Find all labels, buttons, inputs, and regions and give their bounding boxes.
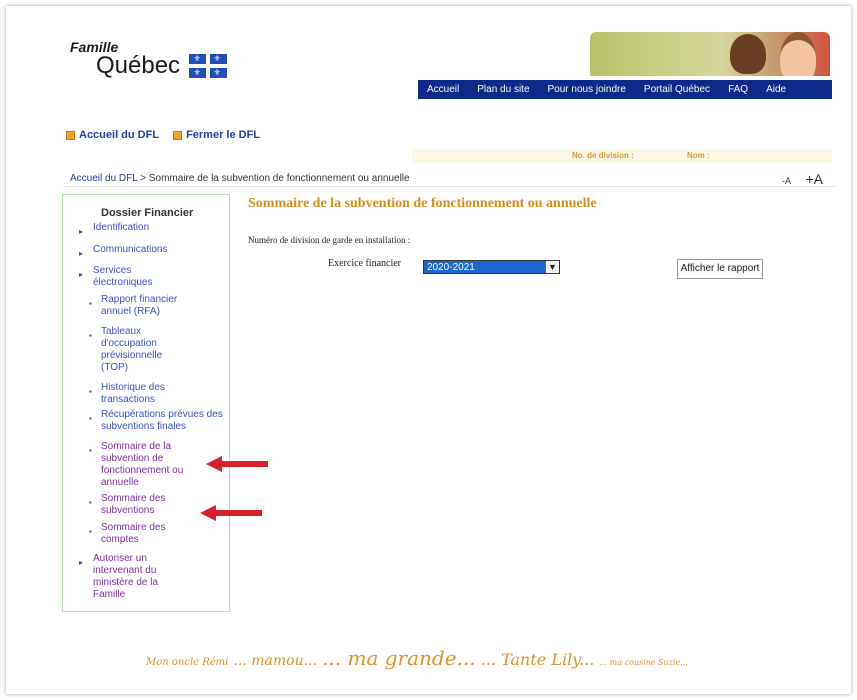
divider bbox=[64, 186, 836, 187]
sidebar-item-sommaire-comptes[interactable]: Sommaire des comptes bbox=[101, 522, 191, 546]
quebec-flag-icon: ⚜ ⚜ ⚜ ⚜ bbox=[188, 54, 227, 78]
sidebar-item-historique[interactable]: Historique des transactions bbox=[101, 382, 201, 406]
increase-font-button[interactable]: +A bbox=[805, 171, 823, 187]
chevron-down-icon[interactable]: ▼ bbox=[545, 261, 559, 273]
top-navigation: Accueil Plan du site Pour nous joindre P… bbox=[418, 80, 832, 99]
sidebar-item-sommaire-subvention-fonctionnement[interactable]: Sommaire de la subvention de fonctionnem… bbox=[101, 441, 196, 489]
decrease-font-button[interactable]: -A bbox=[782, 176, 791, 186]
font-size-controls: -A +A bbox=[782, 171, 823, 189]
nav-accueil[interactable]: Accueil bbox=[418, 84, 468, 95]
exercice-financier-label: Exercice financier bbox=[328, 258, 402, 269]
division-garde-label: Numéro de division de garde en installat… bbox=[248, 235, 411, 245]
division-number-label: No. de division : bbox=[572, 151, 634, 160]
sidebar-item-autoriser-intervenant[interactable]: Autoriser un intervenant du ministère de… bbox=[93, 553, 183, 601]
nav-aide[interactable]: Aide bbox=[757, 84, 795, 95]
sidebar-title: Dossier Financier bbox=[101, 207, 194, 219]
page-title: Sommaire de la subvention de fonctionnem… bbox=[248, 196, 597, 211]
red-arrow-icon bbox=[200, 505, 262, 521]
adult-photo bbox=[780, 32, 816, 76]
child-photo bbox=[730, 34, 766, 74]
orange-square-icon bbox=[66, 130, 75, 140]
bullet-icon: ▸ bbox=[79, 227, 84, 236]
sidebar-item-recuperations[interactable]: Récupérations prévues des subventions fi… bbox=[101, 409, 229, 433]
bullet-icon: ▪ bbox=[89, 414, 92, 423]
footer-part: Mon oncle Rémi bbox=[146, 657, 229, 668]
nav-portail-quebec[interactable]: Portail Québec bbox=[635, 84, 719, 95]
breadcrumb-home[interactable]: Accueil du DFL bbox=[70, 173, 137, 184]
nav-pour-nous-joindre[interactable]: Pour nous joindre bbox=[539, 84, 635, 95]
famille-quebec-logo[interactable]: Famille Québec ⚜ ⚜ ⚜ ⚜ bbox=[70, 40, 227, 78]
sidebar-item-rfa[interactable]: Rapport financier annuel (RFA) bbox=[101, 294, 206, 318]
red-arrow-icon bbox=[206, 456, 268, 472]
bullet-icon: ▪ bbox=[89, 527, 92, 536]
breadcrumb-separator: > bbox=[140, 173, 147, 184]
header-banner-image bbox=[590, 32, 830, 76]
nav-faq[interactable]: FAQ bbox=[719, 84, 757, 95]
division-info-bar: No. de division : Nom : bbox=[412, 149, 832, 163]
nav-plan-du-site[interactable]: Plan du site bbox=[468, 84, 538, 95]
bullet-icon: ▸ bbox=[79, 270, 84, 279]
accueil-dfl-link[interactable]: Accueil du DFL bbox=[66, 129, 159, 141]
accueil-dfl-label: Accueil du DFL bbox=[79, 129, 160, 141]
exercice-financier-value: 2020-2021 bbox=[427, 262, 475, 273]
footer-part: ... Tante Lily... bbox=[480, 650, 595, 669]
footer-part: ... mamou... bbox=[233, 653, 317, 669]
bullet-icon: ▸ bbox=[79, 249, 84, 258]
sidebar-item-identification[interactable]: Identification bbox=[93, 222, 223, 234]
bullet-icon: ▪ bbox=[89, 446, 92, 455]
quick-links: Accueil du DFL Fermer le DFL bbox=[66, 129, 260, 141]
breadcrumb: Accueil du DFL > Sommaire de la subventi… bbox=[70, 173, 410, 184]
bullet-icon: ▸ bbox=[79, 558, 84, 567]
bullet-icon: ▪ bbox=[89, 331, 92, 340]
footer-tagline: Mon oncle Rémi ... mamou... ... ma grand… bbox=[146, 646, 688, 670]
orange-square-icon bbox=[173, 130, 183, 140]
sidebar-item-communications[interactable]: Communications bbox=[93, 244, 223, 256]
bullet-icon: ▪ bbox=[89, 498, 92, 507]
name-label: Nom : bbox=[687, 151, 710, 160]
sidebar: Dossier Financier ▸ Identification ▸ Com… bbox=[62, 194, 230, 612]
bullet-icon: ▪ bbox=[89, 387, 92, 396]
bullet-icon: ▪ bbox=[89, 299, 92, 308]
footer-part: ... ma grande... bbox=[322, 646, 476, 670]
sidebar-item-services-electroniques[interactable]: Services électroniques bbox=[93, 265, 173, 289]
afficher-rapport-button[interactable]: Afficher le rapport bbox=[677, 259, 763, 279]
exercice-financier-select[interactable]: 2020-2021 ▼ bbox=[423, 260, 560, 274]
sidebar-item-sommaire-subventions[interactable]: Sommaire des subventions bbox=[101, 493, 191, 517]
breadcrumb-current: Sommaire de la subvention de fonctionnem… bbox=[148, 173, 410, 184]
fermer-dfl-link[interactable]: Fermer le DFL bbox=[173, 129, 260, 141]
fermer-dfl-label: Fermer le DFL bbox=[186, 129, 261, 141]
sidebar-item-top[interactable]: Tableaux d'occupation prévisionnelle (TO… bbox=[101, 326, 181, 374]
logo-quebec-text: Québec bbox=[96, 52, 181, 79]
footer-part: ... ma cousine Suzie... bbox=[599, 658, 688, 667]
